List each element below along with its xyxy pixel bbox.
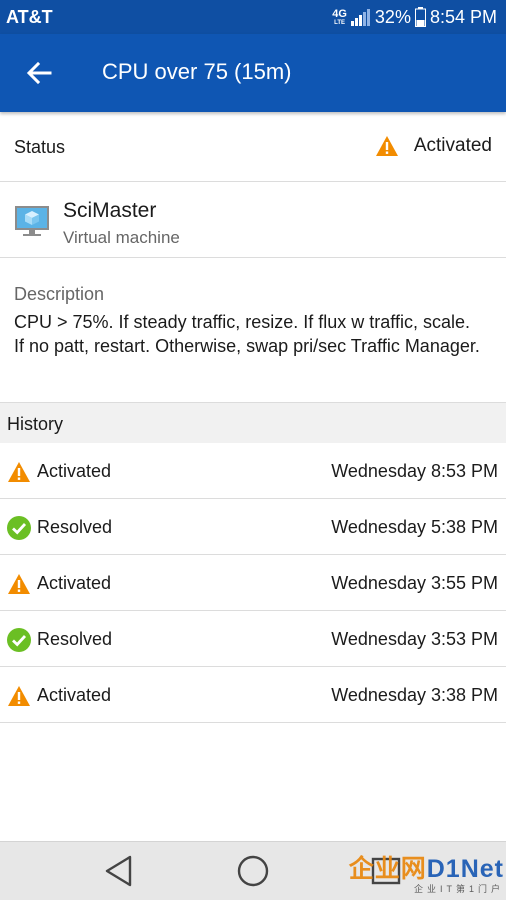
check-circle-icon xyxy=(7,628,31,652)
history-row[interactable]: Resolved Wednesday 5:38 PM xyxy=(0,499,506,555)
status-icons: 4G LTE 32% 8:54 PM xyxy=(332,6,497,28)
virtual-machine-icon xyxy=(15,206,49,236)
description-text: CPU > 75%. If steady traffic, resize. If… xyxy=(14,312,480,356)
watermark-tagline: 企业IT第1门户 xyxy=(413,884,504,894)
resource-type: Virtual machine xyxy=(63,228,180,247)
status-bar: AT&T 4G LTE 32% 8:54 PM xyxy=(0,0,506,34)
resource-name: SciMaster xyxy=(63,199,157,222)
network-type: 4G xyxy=(332,7,347,20)
history-state: Activated xyxy=(37,573,112,593)
history-row[interactable]: Resolved Wednesday 3:53 PM xyxy=(0,611,506,667)
history-row[interactable]: Activated Wednesday 3:55 PM xyxy=(0,555,506,611)
navigation-bar: 企业网D1Net 企业IT第1门户 xyxy=(0,841,506,900)
history-time: Wednesday 3:55 PM xyxy=(331,573,498,593)
status-value: Activated xyxy=(375,135,492,157)
history-time: Wednesday 3:53 PM xyxy=(331,629,498,649)
warning-icon xyxy=(8,462,30,482)
network-indicator: 4G LTE xyxy=(332,7,347,26)
history-state: Activated xyxy=(37,685,112,705)
carrier-name: AT&T xyxy=(6,7,53,27)
app-bar: CPU over 75 (15m) xyxy=(0,34,506,112)
watermark: 企业网D1Net 企业IT第1门户 xyxy=(349,856,504,895)
history-header: History xyxy=(0,402,506,443)
battery-icon xyxy=(414,7,426,27)
arrow-left-icon xyxy=(26,61,52,85)
history-state: Resolved xyxy=(37,629,113,649)
battery-percent: 32% xyxy=(374,6,411,27)
status-label: Status xyxy=(14,137,66,157)
watermark-logo: 企业网D1Net xyxy=(349,856,504,882)
check-circle-icon xyxy=(7,516,31,540)
back-button[interactable] xyxy=(22,56,56,90)
warning-icon xyxy=(8,574,30,594)
description-section: Description CPU > 75%. If steady traffic… xyxy=(0,259,506,402)
status-text: Activated xyxy=(413,135,492,156)
signal-icon xyxy=(350,9,370,26)
history-time: Wednesday 3:38 PM xyxy=(331,685,498,705)
resource-row[interactable]: SciMaster Virtual machine xyxy=(0,183,506,258)
status-row: Status Activated xyxy=(0,112,506,182)
history-row[interactable]: Activated Wednesday 3:38 PM xyxy=(0,667,506,723)
warning-icon xyxy=(8,686,30,706)
history-state: Resolved xyxy=(37,517,113,537)
history-list: Activated Wednesday 8:53 PM Resolved Wed… xyxy=(0,443,506,723)
history-time: Wednesday 8:53 PM xyxy=(331,461,498,481)
history-state: Activated xyxy=(37,461,112,481)
warning-icon xyxy=(375,136,398,156)
nav-back-icon[interactable] xyxy=(103,854,135,888)
watermark-text-a: 企业网 xyxy=(348,855,427,883)
clock: 8:54 PM xyxy=(429,6,497,27)
history-time: Wednesday 5:38 PM xyxy=(331,517,498,537)
network-subtype: LTE xyxy=(334,19,346,26)
history-label: History xyxy=(7,414,64,434)
page-title: CPU over 75 (15m) xyxy=(102,59,292,84)
history-row[interactable]: Activated Wednesday 8:53 PM xyxy=(0,443,506,499)
nav-home-icon[interactable] xyxy=(236,854,270,888)
watermark-text-b: D1Net xyxy=(426,855,504,883)
description-label: Description xyxy=(14,284,105,304)
